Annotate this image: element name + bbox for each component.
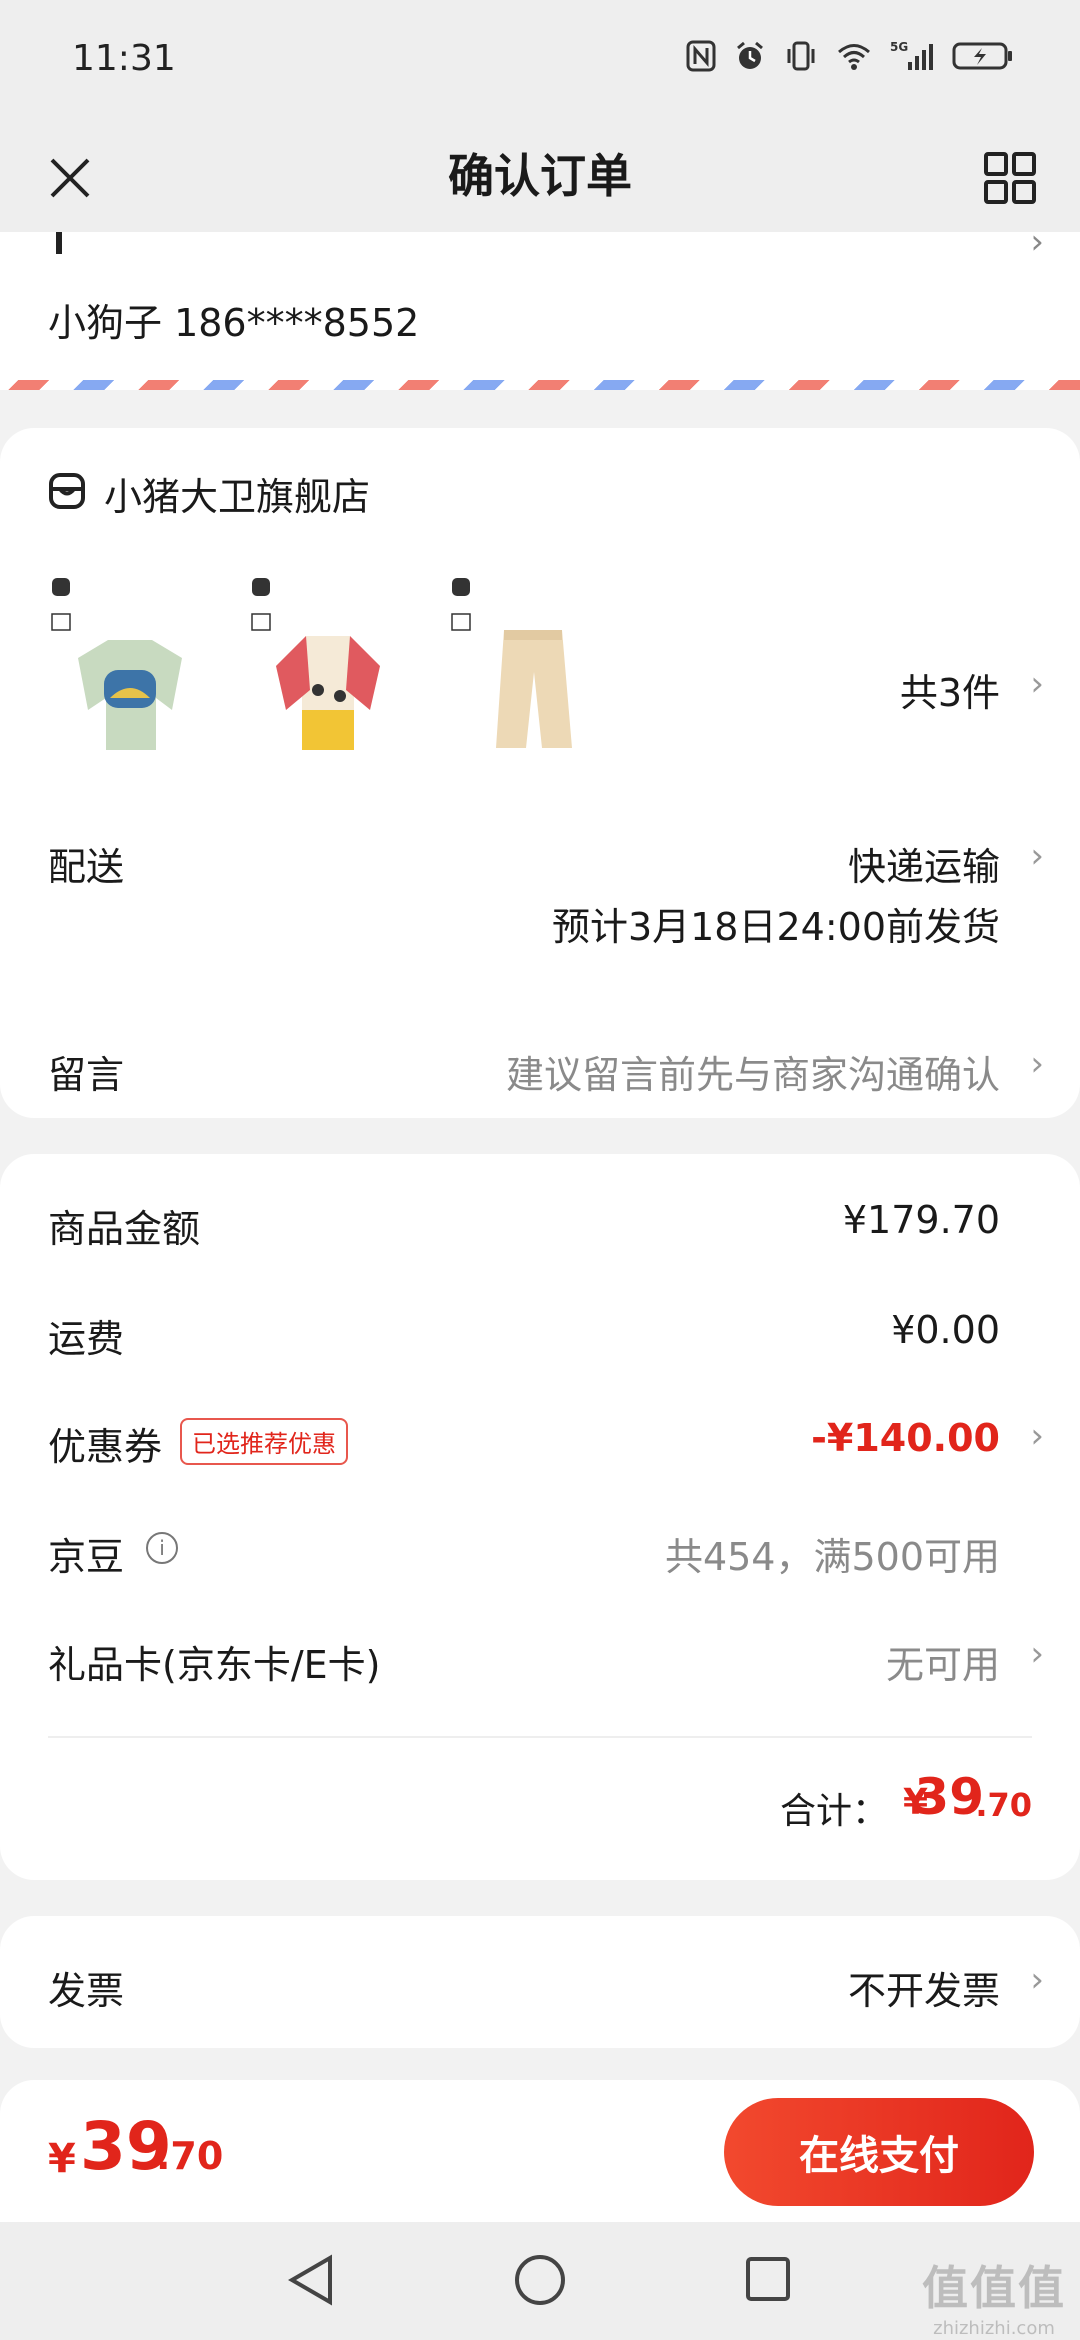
info-icon[interactable]: i bbox=[146, 1532, 178, 1564]
chevron-right-icon: › bbox=[1030, 1416, 1044, 1456]
back-triangle-icon bbox=[288, 2254, 332, 2306]
recents-nav-button[interactable] bbox=[744, 2254, 792, 2308]
pay-currency: ¥ bbox=[48, 2136, 76, 2182]
product-thumbnail[interactable] bbox=[248, 570, 408, 760]
signal-5g-icon: 5G bbox=[890, 40, 934, 76]
product-count[interactable]: 共3件 bbox=[900, 662, 1000, 717]
message-label: 留言 bbox=[48, 1053, 125, 1097]
coupon-badge: 已选推荐优惠 bbox=[180, 1418, 348, 1465]
store-name: 小猪大卫旗舰店 bbox=[104, 475, 371, 519]
home-nav-button[interactable] bbox=[512, 2252, 568, 2312]
coupon-label: 优惠券 bbox=[48, 1425, 163, 1469]
total-label: 合计： bbox=[779, 1791, 888, 1832]
watermark-logo: 值值值 bbox=[922, 2261, 1066, 2315]
recents-square-icon bbox=[746, 2257, 790, 2301]
contact-info: 小狗子 186****8552 bbox=[48, 301, 420, 345]
total-amount-decimal: .70 bbox=[975, 1786, 1032, 1824]
invoice-value[interactable]: 不开发票 bbox=[848, 1960, 1000, 2015]
page-title: 确认订单 bbox=[448, 149, 632, 203]
goods-amount-label: 商品金额 bbox=[48, 1207, 201, 1251]
address-text-fragment bbox=[56, 232, 62, 254]
delivery-eta: 预计3月18日24:00前发货 bbox=[551, 905, 1000, 949]
gift-card-label: 礼品卡(京东卡/E卡) bbox=[48, 1643, 381, 1687]
battery-charging-icon bbox=[952, 40, 1014, 76]
jd-beans-label: 京豆 bbox=[48, 1535, 125, 1579]
total-amount: 39 bbox=[914, 1768, 984, 1826]
status-time: 11:31 bbox=[72, 38, 176, 79]
chevron-right-icon: › bbox=[1030, 222, 1044, 262]
back-nav-button[interactable] bbox=[284, 2252, 336, 2312]
chevron-right-icon: › bbox=[1030, 836, 1044, 876]
pay-online-button[interactable]: 在线支付 bbox=[724, 2098, 1034, 2206]
delivery-method[interactable]: 快递运输 bbox=[848, 836, 1000, 891]
nfc-icon bbox=[686, 40, 716, 76]
chevron-right-icon: › bbox=[1030, 1044, 1044, 1084]
jd-beans-value: 共454，满500可用 bbox=[664, 1535, 1000, 1579]
product-thumbnail[interactable] bbox=[48, 570, 208, 760]
invoice-label: 发票 bbox=[48, 1969, 125, 2013]
goods-amount-value: ¥179.70 bbox=[842, 1198, 1000, 1242]
store-icon bbox=[48, 472, 86, 510]
more-menu-button[interactable] bbox=[970, 138, 1050, 218]
home-circle-icon bbox=[515, 2255, 565, 2305]
grid-icon bbox=[984, 152, 1036, 204]
pay-amount-decimal: .70 bbox=[156, 2134, 224, 2178]
coupon-value[interactable]: -¥140.00 bbox=[811, 1416, 1000, 1460]
product-thumbnail[interactable] bbox=[448, 570, 608, 760]
chevron-right-icon: › bbox=[1030, 664, 1044, 704]
svg-text:5G: 5G bbox=[890, 40, 908, 54]
status-icons: 5G bbox=[686, 40, 1014, 76]
store-card bbox=[0, 428, 1080, 1118]
chevron-right-icon: › bbox=[1030, 1634, 1044, 1674]
alarm-icon bbox=[734, 40, 766, 76]
vibrate-icon bbox=[784, 40, 818, 76]
wifi-icon bbox=[836, 41, 872, 75]
divider bbox=[48, 1736, 1032, 1738]
delivery-label: 配送 bbox=[48, 845, 125, 889]
gift-card-value[interactable]: 无可用 bbox=[886, 1634, 1000, 1689]
watermark-url: zhizhizhi.com bbox=[933, 2318, 1055, 2339]
shipping-fee-label: 运费 bbox=[48, 1317, 125, 1361]
watermark: 值值值 zhizhizhi.com bbox=[922, 2252, 1066, 2339]
chevron-right-icon: › bbox=[1030, 1960, 1044, 2000]
message-input[interactable]: 建议留言前先与商家沟通确认 bbox=[506, 1044, 1000, 1099]
airmail-border bbox=[0, 380, 1080, 390]
shipping-fee-value: ¥0.00 bbox=[891, 1308, 1000, 1352]
